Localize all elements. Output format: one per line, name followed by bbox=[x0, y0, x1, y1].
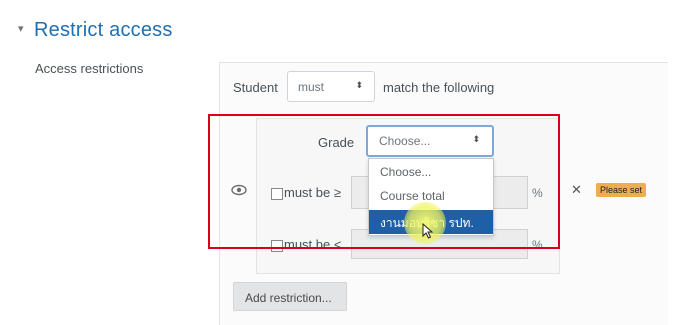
section-collapse-icon[interactable]: ▾ bbox=[18, 22, 24, 35]
must-select-value: must bbox=[298, 80, 325, 94]
section-title[interactable]: Restrict access bbox=[34, 19, 173, 42]
access-restrictions-label: Access restrictions bbox=[35, 61, 144, 76]
must-select[interactable]: must ⬍ bbox=[287, 71, 375, 102]
close-icon[interactable]: ✕ bbox=[571, 182, 582, 198]
match-label: match the following bbox=[383, 80, 495, 95]
student-label: Student bbox=[233, 80, 278, 95]
select-arrow-icon: ⬍ bbox=[355, 80, 363, 90]
add-restriction-button[interactable]: Add restriction... bbox=[233, 282, 347, 311]
please-set-badge: Please set bbox=[596, 183, 647, 197]
annotation-highlight-box bbox=[208, 114, 560, 249]
